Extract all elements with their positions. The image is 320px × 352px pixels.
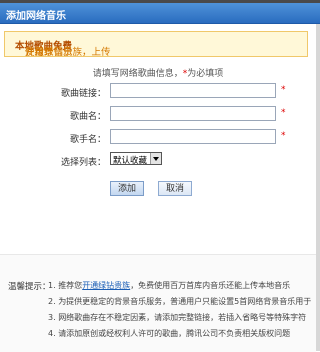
upgrade-promo-banner: 升级绿钻贵族，上传 本地歌曲 ，背景音乐 免费 使用！ [4, 31, 308, 58]
tips-heading: 温馨提示： [8, 282, 51, 292]
add-music-dialog: 升级绿钻贵族，上传 本地歌曲 ，背景音乐 免费 使用！ 请填写网络歌曲信息，*为必填项 … [0, 24, 320, 352]
song-name-required-mark: * [281, 108, 286, 118]
hint-prefix: 请填写网络歌曲信息， [92, 69, 183, 79]
tip-number: 2. [48, 297, 56, 306]
song-name-label: 歌曲名： [69, 112, 106, 122]
cancel-button[interactable]: 取消 [158, 181, 192, 196]
tip-item-2: 2. 为提供更稳定的背景音乐服务，普通用户只能设置5首网络背景音乐用于 [48, 296, 311, 307]
song-name-row: 歌曲名： * [0, 106, 316, 124]
form-hint: 请填写网络歌曲信息，*为必填项 [0, 66, 316, 79]
singer-name-input[interactable] [110, 129, 276, 144]
singer-name-row: 歌手名： * [0, 129, 316, 147]
tip-text: ，免费使用百万首库内音乐还能上传本地音乐 [130, 281, 291, 290]
add-button[interactable]: 添加 [110, 181, 144, 196]
tip-text: 推荐您 [58, 281, 83, 290]
hint-suffix: 为必填项 [187, 69, 224, 79]
song-link-label: 歌曲链接： [60, 89, 106, 99]
tip-text: 为提供更稳定的背景音乐服务，普通用户只能设置5首网络背景音乐用于 [58, 297, 312, 306]
tip-item-4: 4. 请添加原创或经权利人许可的歌曲，腾讯公司不负责相关版权问题 [48, 328, 290, 339]
open-green-diamond-link[interactable]: 开通绿钻贵族 [82, 281, 130, 290]
tip-number: 4. [48, 329, 56, 338]
tip-text: 网络歌曲存在不稳定因素，请添加完整链接，若插入省略号等特殊字符 [58, 313, 307, 322]
song-link-required-mark: * [281, 85, 286, 95]
promo-suffix: 使用！ [25, 47, 54, 58]
song-name-input[interactable] [110, 106, 276, 121]
song-link-row: 歌曲链接： * [0, 83, 316, 101]
tip-text: 请添加原创或经权利人许可的歌曲，腾讯公司不负责相关版权问题 [58, 329, 291, 338]
list-selected-value: 默认收藏 [113, 156, 148, 166]
song-link-input[interactable] [110, 83, 276, 98]
singer-name-required-mark: * [281, 131, 286, 141]
promo-text: 升级绿钻贵族，上传 本地歌曲 ，背景音乐 免费 使用！ [15, 38, 111, 58]
chevron-down-icon[interactable] [150, 153, 161, 164]
tips-section: 温馨提示： 1. 推荐您开通绿钻贵族，免费使用百万首库内音乐还能上传本地音乐 2… [0, 254, 316, 352]
singer-name-label: 歌手名： [69, 135, 106, 145]
list-select-label: 选择列表： [60, 158, 106, 168]
list-select-dropdown[interactable]: 默认收藏 [110, 152, 162, 166]
list-select-row: 选择列表： 默认收藏 [0, 152, 316, 170]
dialog-title: 添加网络音乐 [6, 11, 66, 22]
tip-item-3: 3. 网络歌曲存在不稳定因素，请添加完整链接，若插入省略号等特殊字符 [48, 312, 306, 323]
tip-item-1: 1. 推荐您开通绿钻贵族，免费使用百万首库内音乐还能上传本地音乐 [48, 280, 290, 291]
tip-number: 1. [48, 281, 56, 290]
tip-number: 3. [48, 313, 56, 322]
dialog-title-bar[interactable]: 添加网络音乐 [0, 3, 320, 24]
